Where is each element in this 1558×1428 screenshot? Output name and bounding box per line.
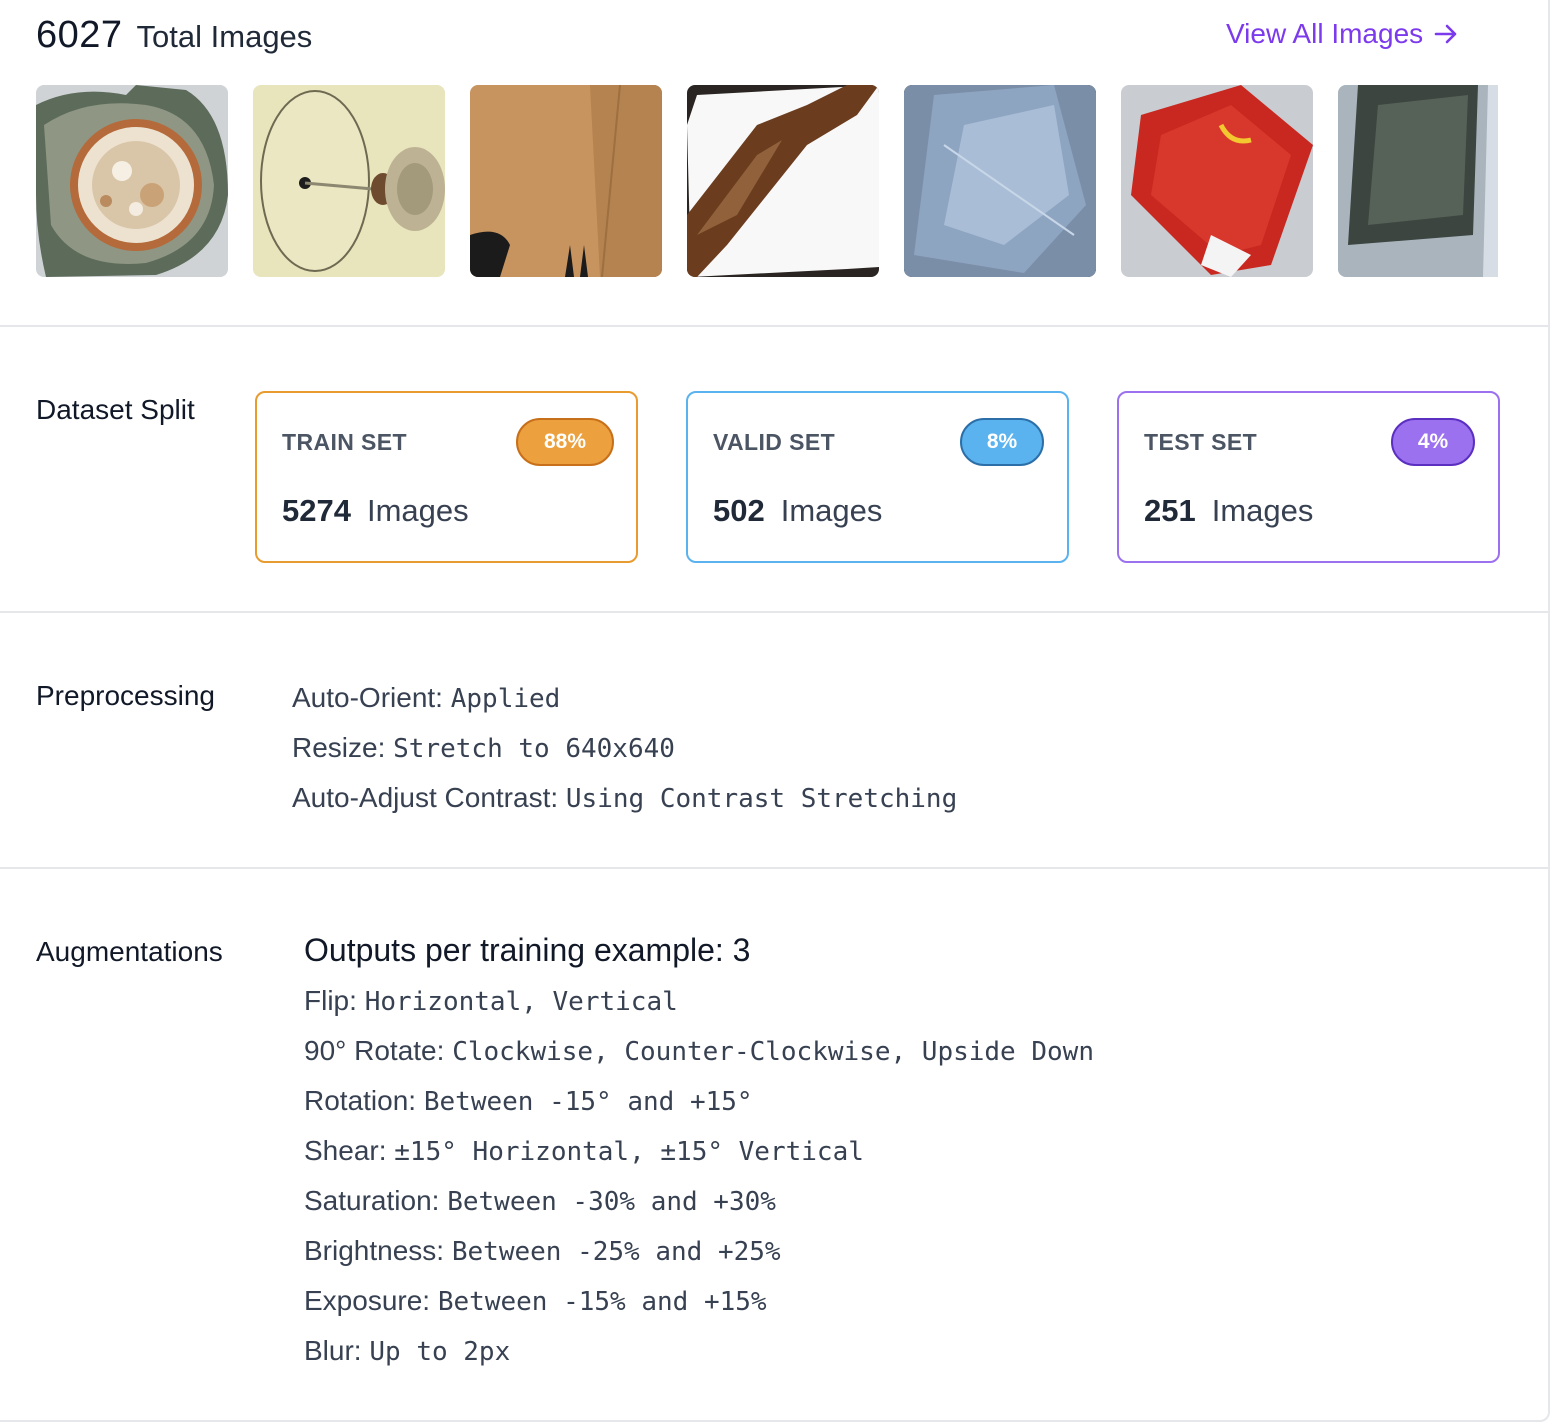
preprocessing-value: Stretch to 640x640 [393,734,675,764]
valid-set-count: 502 [713,493,765,528]
augmentation-item: Shear: ±15° Horizontal, ±15° Vertical [304,1126,864,1177]
train-set-count: 5274 [282,493,351,528]
divider-split [0,611,1550,613]
augmentation-key: Blur: [304,1335,362,1366]
augmentation-value: Between -30% and +30% [447,1187,776,1217]
test-set-name: TEST SET [1144,429,1258,455]
glass-dish-thumbnail[interactable] [253,85,445,277]
thumbnail-strip [36,85,1498,277]
brown-bottle-thumbnail[interactable] [687,85,879,277]
augmentation-item: Blur: Up to 2px [304,1326,510,1377]
total-images-count: 6027 [36,14,123,56]
divider-preprocessing [0,867,1550,869]
augmentation-key: Saturation: [304,1185,440,1216]
total-images-label: Total Images [136,19,313,54]
preprocessing-item: Resize: Stretch to 640x640 [292,723,675,774]
preprocessing-value: Using Contrast Stretching [565,784,958,814]
augmentation-key: Flip: [304,985,357,1016]
valid-set-percent-badge: 8% [960,418,1044,466]
images-header: 6027 Total Images [36,14,312,57]
preprocessing-value: Applied [450,684,561,714]
test-set-count-row: 251 Images [1144,493,1313,529]
augmentation-item: Exposure: Between -15% and +15% [304,1276,767,1327]
valid-set-card[interactable]: VALID SET 8% 502 Images [686,391,1069,563]
valid-set-count-row: 502 Images [713,493,882,529]
augmentation-item: Rotation: Between -15° and +15° [304,1076,753,1127]
divider-top [0,325,1550,327]
augmentation-item: Saturation: Between -30% and +30% [304,1176,776,1227]
augmentation-key: Exposure: [304,1285,431,1316]
dataset-split-label: Dataset Split [36,394,195,425]
preprocessing-key: Auto-Orient: [292,682,443,713]
preprocessing-item: Auto-Orient: Applied [292,673,560,724]
augmentation-key: Brightness: [304,1235,445,1266]
augmentation-value: Clockwise, Counter-Clockwise, Upside Dow… [452,1037,1094,1067]
test-set-count: 251 [1144,493,1196,528]
valid-set-unit: Images [780,493,883,528]
train-set-unit: Images [366,493,469,528]
preprocessing-label: Preprocessing [36,680,215,711]
augmentation-item: 90° Rotate: Clockwise, Counter-Clockwise… [304,1026,1094,1077]
cardboard-box-thumbnail[interactable] [470,85,662,277]
view-all-images-link[interactable]: View All Images [1226,18,1459,50]
valid-set-name: VALID SET [713,429,836,455]
test-set-percent-badge: 4% [1391,418,1475,466]
augmentation-key: Rotation: [304,1085,417,1116]
test-set-card[interactable]: TEST SET 4% 251 Images [1117,391,1500,563]
train-set-count-row: 5274 Images [282,493,469,529]
rusty-can-thumbnail[interactable] [36,85,228,277]
test-set-unit: Images [1211,493,1314,528]
train-set-name: TRAIN SET [282,429,407,455]
augmentation-key: 90° Rotate: [304,1035,445,1066]
augmentation-item: Brightness: Between -25% and +25% [304,1226,781,1277]
train-set-card[interactable]: TRAIN SET 88% 5274 Images [255,391,638,563]
augmentation-value: Up to 2px [369,1337,511,1367]
arrow-right-icon [1434,24,1457,44]
augmentations-label: Augmentations [36,936,223,967]
preprocessing-key: Auto-Adjust Contrast: [292,782,559,813]
dark-glass-thumbnail[interactable] [1338,85,1498,277]
plastic-sheet-thumbnail[interactable] [904,85,1096,277]
augmentation-value: Between -15% and +15% [437,1287,767,1317]
augmentation-key: Shear: [304,1135,387,1166]
augmentation-value: Between -25% and +25% [451,1237,781,1267]
preprocessing-item: Auto-Adjust Contrast: Using Contrast Str… [292,773,957,824]
augmentation-value: ±15° Horizontal, ±15° Vertical [394,1137,864,1167]
augmentation-value: Horizontal, Vertical [364,987,678,1017]
view-all-images-label: View All Images [1226,18,1424,49]
augmentation-item: Flip: Horizontal, Vertical [304,976,678,1027]
outputs-per-example: Outputs per training example: 3 [304,932,751,968]
preprocessing-key: Resize: [292,732,386,763]
food-wrapper-thumbnail[interactable] [1121,85,1313,277]
train-set-percent-badge: 88% [516,418,614,466]
dataset-panel: 6027 Total Images View All Images Datase… [0,0,1550,1422]
augmentation-value: Between -15° and +15° [423,1087,753,1117]
